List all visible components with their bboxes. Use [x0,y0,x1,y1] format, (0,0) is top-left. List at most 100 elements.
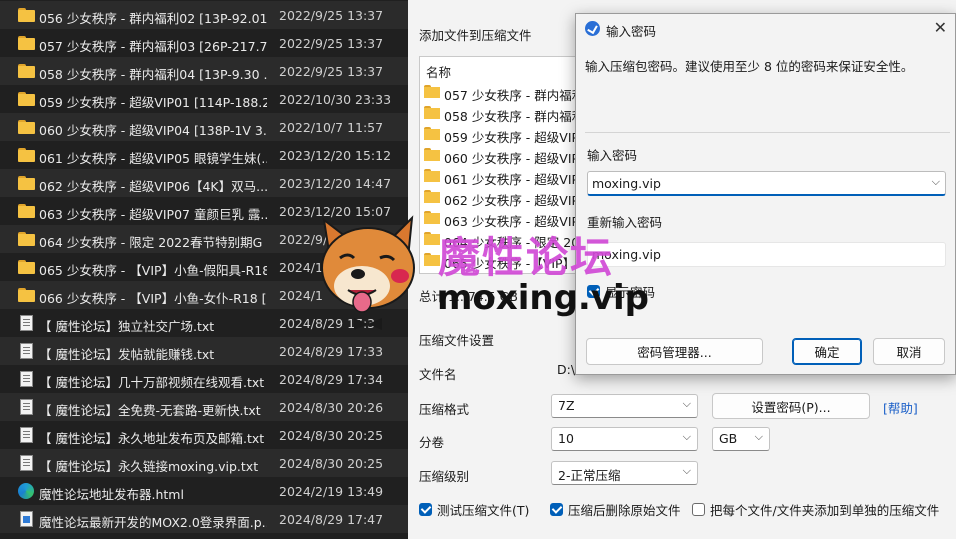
text-file-icon [20,343,33,359]
file-name: 058 少女秩序 - 群内福利04 [13P-9.30 ... [39,67,267,82]
file-date: 2022/10/7 11:57 [279,120,384,135]
folder-icon [18,204,35,218]
divider [585,132,950,133]
password-manager-button[interactable]: 密码管理器... [586,338,763,365]
text-file-icon [20,315,33,331]
folder-icon [424,148,440,161]
file-name: 066 少女秩序 - 【VIP】小鱼-女仆-R18 [... [39,291,267,306]
file-row[interactable]: 057 少女秩序 - 群内福利03 [26P-217.7... 2022/9/25… [0,29,408,57]
file-row[interactable]: 062 少女秩序 - 超级VIP06【4K】双马... 2023/12/20 14… [0,169,408,197]
password-label: 输入密码 [587,148,638,163]
file-name: 065 少女秩序 - 【VIP】小鱼-假阳具-R18... [39,263,267,278]
cancel-button[interactable]: 取消 [873,338,945,365]
file-name: 060 少女秩序 - 超级VIP04 [138P-1V 3.... [39,123,267,138]
archive-item-name: 062 少女秩序 - 超级VIP0 [444,193,588,208]
reenter-password-input[interactable]: moxing.vip [587,242,946,267]
file-row[interactable]: 【 魔性论坛】永久链接moxing.vip.txt 2024/8/30 20:25 [0,449,408,477]
folder-icon [18,120,35,134]
file-row[interactable]: 061 少女秩序 - 超级VIP05 眼镜学生妹(... 2023/12/20 1… [0,141,408,169]
file-date: 2024/8/30 20:25 [279,428,384,443]
file-date: 2023/12/20 14:47 [279,176,392,191]
delete-after-checkbox[interactable]: 压缩后删除原始文件 [550,500,681,519]
file-date: 2022/10/30 23:33 [279,92,392,107]
password-value: moxing.vip [592,176,661,191]
format-select[interactable]: 7Z ⌵ [551,394,698,418]
checkbox-checked-icon [419,503,432,516]
archive-list-item[interactable]: 061 少女秩序 - 超级VIP0 [424,166,588,187]
archive-item-name: 059 少女秩序 - 超级VIP0 [444,130,588,145]
help-link[interactable]: [帮助] [883,398,918,417]
file-date: 2023/12/20 15:12 [279,148,392,163]
close-icon[interactable]: ✕ [934,18,947,37]
file-name: 【 魔性论坛】几十万部视频在线观看.txt [39,375,265,390]
folder-icon [424,169,440,182]
shiba-mascot-logo [321,215,415,330]
folder-icon [18,36,35,50]
checkbox-checked-icon [550,503,563,516]
file-row[interactable]: 【 魔性论坛】几十万部视频在线观看.txt 2024/8/29 17:34 [0,365,408,393]
file-name: 057 少女秩序 - 群内福利03 [26P-217.7... [39,39,267,54]
list-column-name[interactable]: 名称 [426,62,451,81]
file-row[interactable]: 魔性论坛地址发布器.html 2024/2/19 13:49 [0,477,408,505]
level-select[interactable]: 2-正常压缩 ⌵ [551,461,698,485]
file-row[interactable]: 【 魔性论坛】永久地址发布页及邮箱.txt 2024/8/30 20:25 [0,421,408,449]
edge-browser-icon [18,483,34,499]
file-row[interactable]: 056 少女秩序 - 群内福利02 [13P-92.01 ... 2022/9/2… [0,1,408,29]
file-date: 2022/9/25 13:37 [279,64,384,79]
chevron-down-icon: ⌵ [754,430,763,443]
file-name: 062 少女秩序 - 超级VIP06【4K】双马... [39,179,267,194]
file-name: 魔性论坛地址发布器.html [39,487,184,502]
file-date: 2024/8/30 20:25 [279,456,384,471]
file-name: 【 魔性论坛】永久地址发布页及邮箱.txt [39,431,265,446]
folder-icon [424,106,440,119]
password-input[interactable]: moxing.vip ⌵ [587,171,946,196]
file-date: 2024/8/29 17:34 [279,372,384,387]
settings-title: 压缩文件设置 [419,333,495,348]
chevron-down-icon: ⌵ [682,397,691,410]
delete-after-label: 压缩后删除原始文件 [568,503,681,518]
password-dialog-title: 输入密码 [606,24,657,39]
file-row[interactable]: 058 少女秩序 - 群内福利04 [13P-9.30 ... 2022/9/25… [0,57,408,85]
dialog-header: 添加文件到压缩文件 [419,28,532,43]
filename-value: D:\ [557,362,576,377]
file-row[interactable]: 【 魔性论坛】全免费-无套路-更新快.txt 2024/8/30 20:26 [0,393,408,421]
text-file-icon [20,371,33,387]
archive-list-item[interactable]: 060 少女秩序 - 超级VIP0 [424,145,588,166]
archive-list-item[interactable]: 058 少女秩序 - 群内福利 [424,103,588,124]
folder-icon [424,127,440,140]
checkbox-unchecked-icon [692,503,705,516]
split-unit-select[interactable]: GB ⌵ [712,427,770,451]
file-row[interactable]: 059 少女秩序 - 超级VIP01 [114P-188.2... 2022/10… [0,85,408,113]
file-date: 2022/9/25 13:37 [279,8,384,23]
split-select[interactable]: 10 ⌵ [551,427,698,451]
set-password-button[interactable]: 设置密码(P)... [712,393,870,419]
archive-list-item[interactable]: 059 少女秩序 - 超级VIP0 [424,124,588,145]
archive-list-item[interactable]: 062 少女秩序 - 超级VIP0 [424,187,588,208]
file-row[interactable]: 060 少女秩序 - 超级VIP04 [138P-1V 3.... 2022/10… [0,113,408,141]
password-dialog: 输入密码 ✕ 输入压缩包密码。建议使用至少 8 位的密码来保证安全性。 输入密码… [575,13,956,375]
password-description: 输入压缩包密码。建议使用至少 8 位的密码来保证安全性。 [585,59,914,74]
watermark-url: moxing.vip [437,278,649,318]
file-row[interactable]: 魔性论坛最新开发的MOX2.0登录界面.p... 2024/8/29 17:47 [0,505,408,533]
chevron-down-icon[interactable]: ⌵ [932,175,940,189]
archive-item-name: 057 少女秩序 - 群内福利 [444,88,585,103]
file-name: 魔性论坛最新开发的MOX2.0登录界面.p... [39,515,267,530]
test-archive-checkbox[interactable]: 测试压缩文件(T) [419,500,529,519]
folder-icon [18,288,35,302]
folder-icon [18,8,35,22]
text-file-icon [20,399,33,415]
file-date: 2024/2/19 13:49 [279,484,384,499]
file-name: 063 少女秩序 - 超级VIP07 童颜巨乳 露... [39,207,267,222]
separate-archives-checkbox[interactable]: 把每个文件/文件夹添加到单独的压缩文件 [692,500,939,519]
folder-icon [18,148,35,162]
ok-button[interactable]: 确定 [792,338,862,365]
html-file-icon [20,511,33,527]
separate-archives-label: 把每个文件/文件夹添加到单独的压缩文件 [710,503,940,518]
file-row[interactable]: 【 魔性论坛】发帖就能赚钱.txt 2024/8/29 17:33 [0,337,408,365]
folder-icon [424,85,440,98]
archive-list-item[interactable]: 057 少女秩序 - 群内福利 [424,82,588,103]
split-value: 10 [558,431,574,446]
text-file-icon [20,455,33,471]
file-date: 2024/8/29 17:33 [279,344,384,359]
file-name: 【 魔性论坛】全免费-无套路-更新快.txt [39,403,261,418]
